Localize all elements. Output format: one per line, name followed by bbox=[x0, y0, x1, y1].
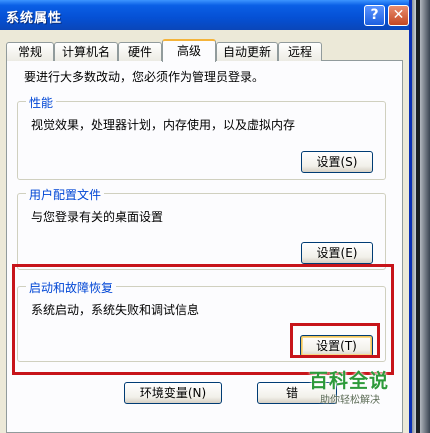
environment-variables-button[interactable]: 环境变量(N) bbox=[124, 382, 222, 404]
window-title: 系统属性 bbox=[6, 11, 63, 26]
user-profiles-settings-button[interactable]: 设置(E) bbox=[301, 242, 373, 264]
title-bar[interactable]: 系统属性 ? ✕ bbox=[0, 0, 409, 30]
user-profiles-description: 与您登录有关的桌面设置 bbox=[31, 210, 164, 224]
highlight-box-button bbox=[290, 323, 380, 358]
tab-remote[interactable]: 远程 bbox=[278, 42, 322, 61]
performance-title: 性能 bbox=[26, 94, 57, 111]
tab-automatic-updates[interactable]: 自动更新 bbox=[216, 42, 278, 61]
highlight-box-group bbox=[12, 264, 394, 375]
watermark-subtitle: 助你轻松解决 bbox=[320, 395, 380, 406]
tab-hardware[interactable]: 硬件 bbox=[118, 42, 162, 61]
user-profiles-group: 用户配置文件 与您登录有关的桌面设置 设置(E) bbox=[17, 186, 386, 270]
performance-group: 性能 视觉效果，处理器计划，内存使用，以及虚拟内存 设置(S) bbox=[17, 94, 386, 180]
performance-settings-button[interactable]: 设置(S) bbox=[301, 151, 373, 173]
watermark-title: 百科全说 bbox=[309, 370, 390, 392]
close-button[interactable]: ✕ bbox=[388, 5, 409, 26]
tab-advanced[interactable]: 高级 bbox=[162, 39, 216, 62]
user-profiles-title: 用户配置文件 bbox=[26, 186, 105, 203]
performance-description: 视觉效果，处理器计划，内存使用，以及虚拟内存 bbox=[31, 118, 296, 132]
help-button[interactable]: ? bbox=[364, 5, 385, 26]
tab-general[interactable]: 常规 bbox=[6, 42, 54, 61]
admin-notice: 要进行大多数改动，您必须作为管理员登录。 bbox=[24, 70, 265, 84]
tab-computer-name[interactable]: 计算机名 bbox=[54, 42, 118, 61]
